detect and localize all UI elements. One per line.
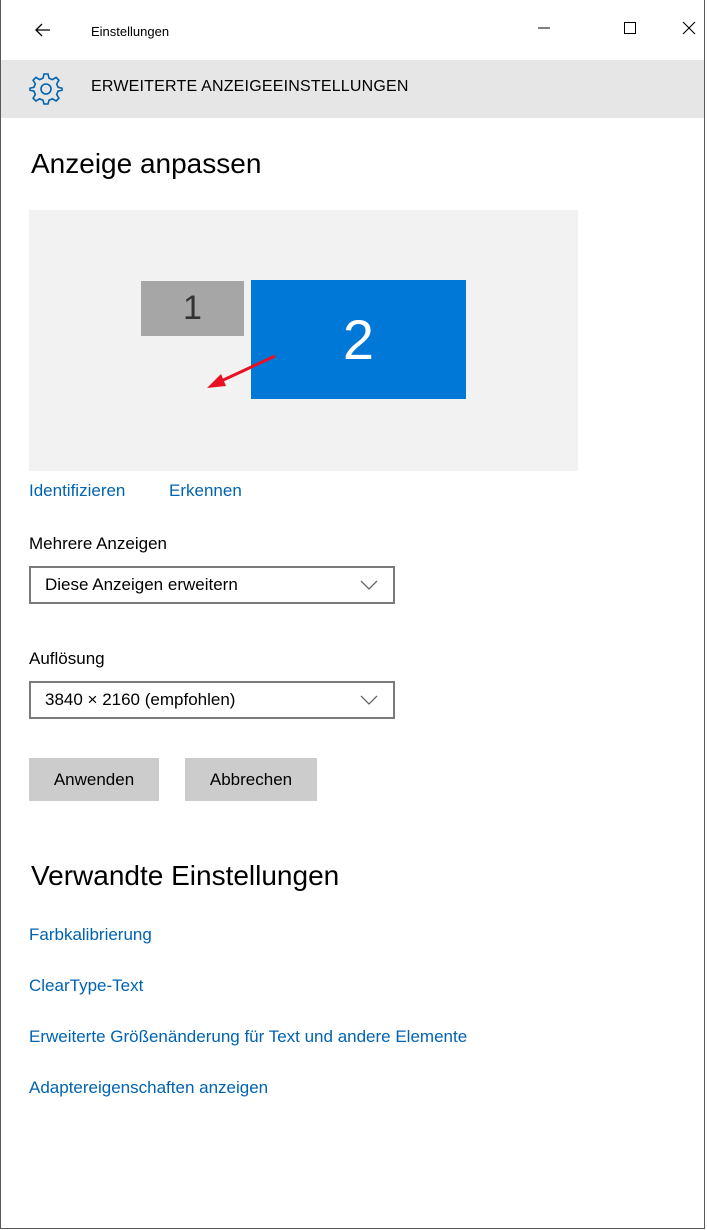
back-button[interactable] <box>23 10 63 50</box>
detect-link[interactable]: Erkennen <box>169 481 242 501</box>
settings-window: Einstellungen ERWEITERTE ANZEIGEEINSTELL… <box>0 0 705 1229</box>
minimize-icon <box>538 27 550 29</box>
color-calibration-link[interactable]: Farbkalibrierung <box>29 925 152 945</box>
cancel-button[interactable]: Abbrechen <box>185 758 317 801</box>
gear-icon <box>29 73 63 105</box>
close-button[interactable] <box>666 8 707 48</box>
resolution-dropdown[interactable]: 3840 × 2160 (empfohlen) <box>29 681 395 719</box>
adapter-properties-link[interactable]: Adaptereigenschaften anzeigen <box>29 1078 268 1098</box>
related-settings-title: Verwandte Einstellungen <box>31 860 340 891</box>
section-header: ERWEITERTE ANZEIGEEINSTELLUNGEN <box>91 78 409 95</box>
advanced-sizing-link[interactable]: Erweiterte Größenänderung für Text und a… <box>29 1027 467 1047</box>
title-bar: Einstellungen <box>1 0 704 60</box>
resolution-value: 3840 × 2160 (empfohlen) <box>45 690 236 709</box>
chevron-down-icon <box>360 580 378 590</box>
cleartype-text-link[interactable]: ClearType-Text <box>29 976 143 996</box>
maximize-icon <box>624 22 636 34</box>
minimize-button[interactable] <box>521 8 567 48</box>
chevron-down-icon <box>360 695 378 705</box>
window-title: Einstellungen <box>91 24 170 39</box>
annotation-arrow <box>207 354 276 388</box>
close-icon <box>682 21 696 35</box>
page-title: Anzeige anpassen <box>31 148 262 179</box>
multiple-displays-label: Mehrere Anzeigen <box>29 534 167 553</box>
back-arrow-icon <box>35 23 50 37</box>
multiple-displays-value: Diese Anzeigen erweitern <box>45 575 238 594</box>
maximize-button[interactable] <box>607 8 653 48</box>
identify-link[interactable]: Identifizieren <box>29 481 125 501</box>
apply-button[interactable]: Anwenden <box>29 758 159 801</box>
resolution-label: Auflösung <box>29 649 105 668</box>
display-arrangement-preview: 1 2 <box>29 210 578 471</box>
multiple-displays-dropdown[interactable]: Diese Anzeigen erweitern <box>29 566 395 604</box>
